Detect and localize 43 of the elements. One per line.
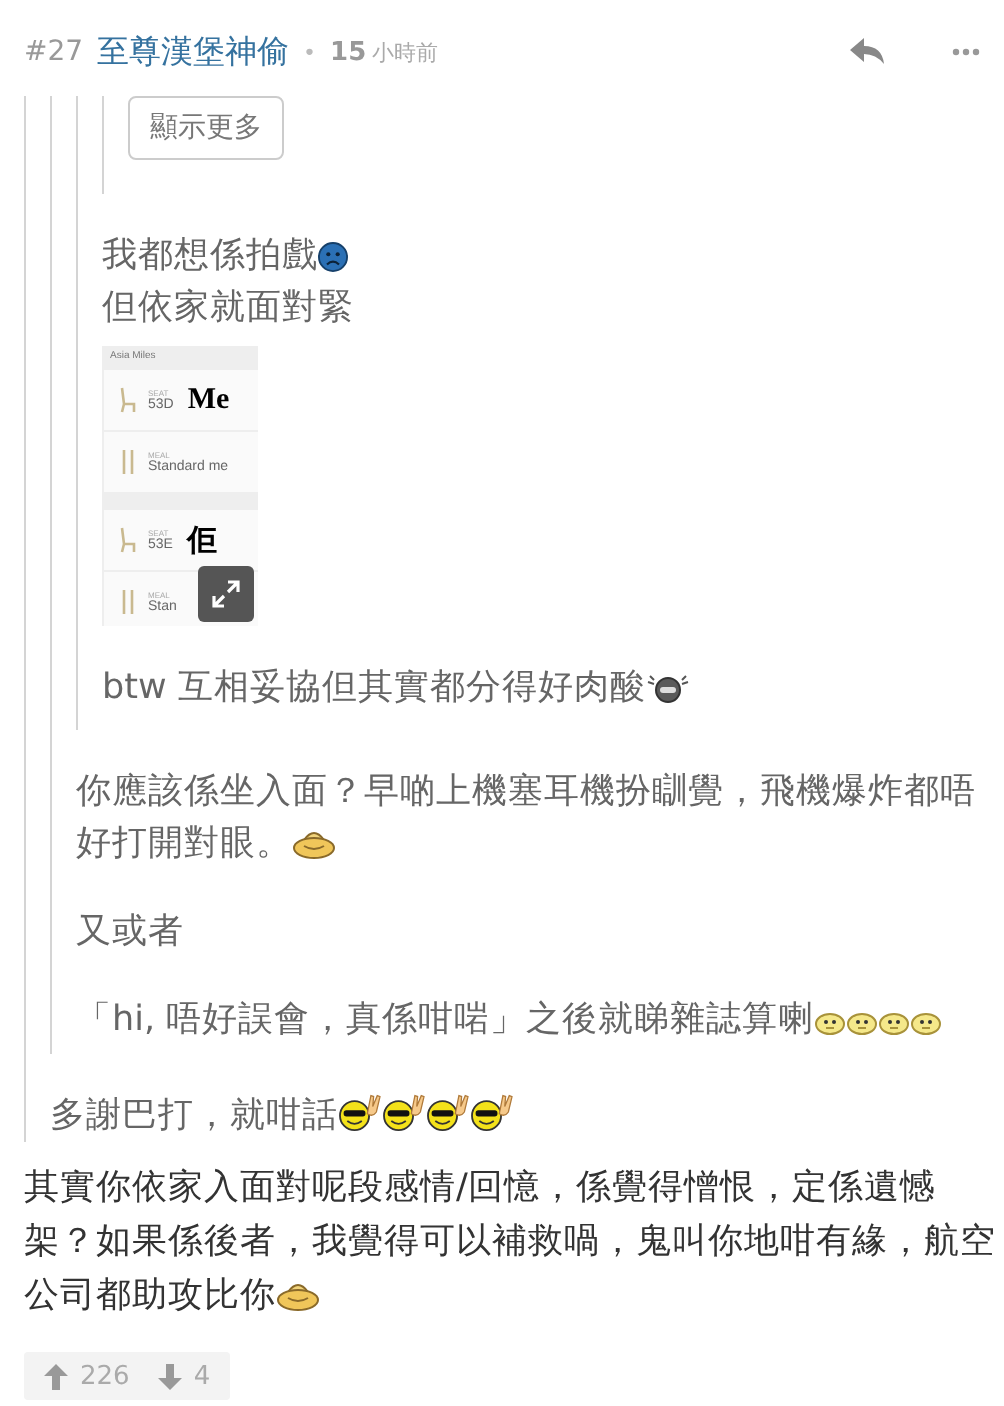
post-text: 你應該係坐入面？早啲上機塞耳機扮瞓覺，飛機爆炸都唔 — [76, 772, 976, 812]
cutlery-icon — [118, 588, 138, 616]
reply-icon[interactable] — [850, 38, 886, 66]
post-text: 好打開對眼。 — [76, 824, 292, 864]
sunglasses-face-icon — [382, 1092, 426, 1132]
post-number: #27 — [24, 36, 84, 68]
upvote-icon[interactable] — [44, 1363, 68, 1389]
more-options-icon[interactable] — [952, 48, 980, 56]
time-value: 15 — [330, 37, 367, 67]
cutlery-icon — [118, 448, 138, 476]
seat-icon — [118, 386, 138, 414]
time-unit: 小時前 — [372, 37, 439, 67]
expand-button[interactable] — [198, 566, 254, 622]
handwritten-note: Me — [187, 383, 230, 417]
sad-face-icon — [318, 242, 348, 272]
shy-face-icon — [292, 828, 336, 860]
chick-face-icon — [910, 1010, 943, 1036]
upvote-count: 226 — [80, 1361, 130, 1391]
seat-icon — [118, 526, 138, 554]
sunglasses-face-icon — [426, 1092, 470, 1132]
shy-face-icon — [276, 1280, 320, 1312]
post-text: 公司都助攻比你 — [24, 1276, 276, 1316]
post-text: 其實你依家入面對呢段感情/回憶，係覺得憎恨，定係遺憾 — [24, 1168, 936, 1208]
sunglasses-face-icon — [338, 1092, 382, 1132]
separator-dot: • — [303, 39, 317, 65]
post-text: btw 互相妥協但其實都分得好肉酸 — [102, 668, 646, 708]
author-name[interactable]: 至尊漢堡神偷 — [97, 31, 290, 73]
post-text: 但依家就面對緊 — [102, 288, 354, 328]
post-text: 架？如果係後者，我覺得可以補救喎，鬼叫你地咁有緣，航空 — [24, 1222, 996, 1262]
chick-face-icon — [878, 1010, 911, 1036]
post-text: 又或者 — [76, 912, 184, 952]
downvote-icon[interactable] — [157, 1363, 182, 1389]
expand-icon — [210, 578, 242, 610]
sunglasses-face-icon — [470, 1092, 514, 1132]
handwritten-note: 佢 — [186, 523, 217, 559]
chick-face-icon — [846, 1010, 879, 1036]
downvote-count: 4 — [193, 1361, 211, 1391]
show-more-button[interactable]: 顯示更多 — [128, 96, 284, 160]
chick-face-icon — [814, 1010, 847, 1036]
post-text: 多謝巴打，就咁話 — [50, 1096, 338, 1136]
post-text: 我都想係拍戲 — [102, 236, 318, 276]
sweating-face-icon — [645, 672, 690, 704]
post-text: 「hi, 唔好誤會，真係咁啱」之後就睇雜誌算喇 — [76, 1000, 815, 1040]
